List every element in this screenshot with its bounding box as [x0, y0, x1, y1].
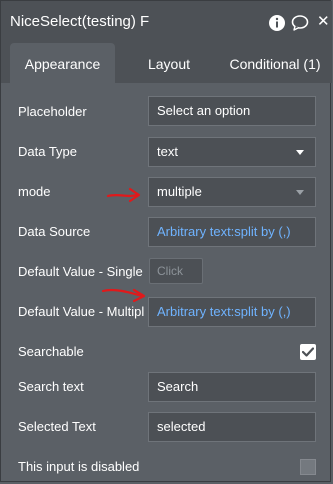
tab-bar: Appearance Layout Conditional (1): [1, 43, 332, 83]
search-text-input[interactable]: Search: [148, 372, 316, 402]
search-text-label: Search text: [18, 379, 84, 394]
checkmark-icon: [302, 347, 314, 357]
searchable-label: Searchable: [18, 344, 84, 359]
data-type-label: Data Type: [18, 144, 78, 159]
tab-appearance[interactable]: Appearance: [10, 43, 115, 83]
placeholder-input[interactable]: Select an option: [148, 96, 316, 126]
data-type-value: text: [157, 144, 178, 159]
mode-value: multiple: [157, 184, 202, 199]
default-multiple-input[interactable]: Arbitrary text:split by (,): [148, 297, 316, 327]
selected-text-label: Selected Text: [18, 419, 96, 434]
default-multiple-label: Default Value - Multipl: [18, 304, 145, 319]
info-icon[interactable]: [268, 14, 286, 32]
annotation-arrow-icon: [101, 288, 146, 303]
placeholder-label: Placeholder: [18, 104, 87, 119]
chevron-down-icon: [296, 190, 304, 195]
close-icon[interactable]: ✕: [317, 13, 333, 31]
data-source-label: Data Source: [18, 224, 91, 239]
default-single-click-button[interactable]: Click: [149, 258, 203, 284]
selected-text-input[interactable]: selected: [148, 412, 316, 442]
panel-header: NiceSelect(testing) F ✕: [1, 1, 332, 43]
data-source-input[interactable]: Arbitrary text:split by (,): [148, 217, 316, 247]
mode-label: mode: [18, 184, 51, 199]
element-title[interactable]: NiceSelect(testing) F: [10, 13, 149, 30]
tab-layout[interactable]: Layout: [129, 43, 209, 83]
data-type-select[interactable]: text: [148, 137, 316, 167]
annotation-arrow-icon: [106, 187, 141, 203]
comment-icon[interactable]: [291, 14, 309, 32]
searchable-checkbox[interactable]: [300, 344, 316, 360]
default-single-label: Default Value - Single: [18, 264, 143, 279]
tab-conditional[interactable]: Conditional (1): [223, 43, 327, 83]
disabled-checkbox[interactable]: [300, 459, 316, 475]
disabled-label: This input is disabled: [18, 459, 140, 474]
mode-select[interactable]: multiple: [148, 177, 316, 207]
chevron-down-icon: [296, 150, 304, 155]
